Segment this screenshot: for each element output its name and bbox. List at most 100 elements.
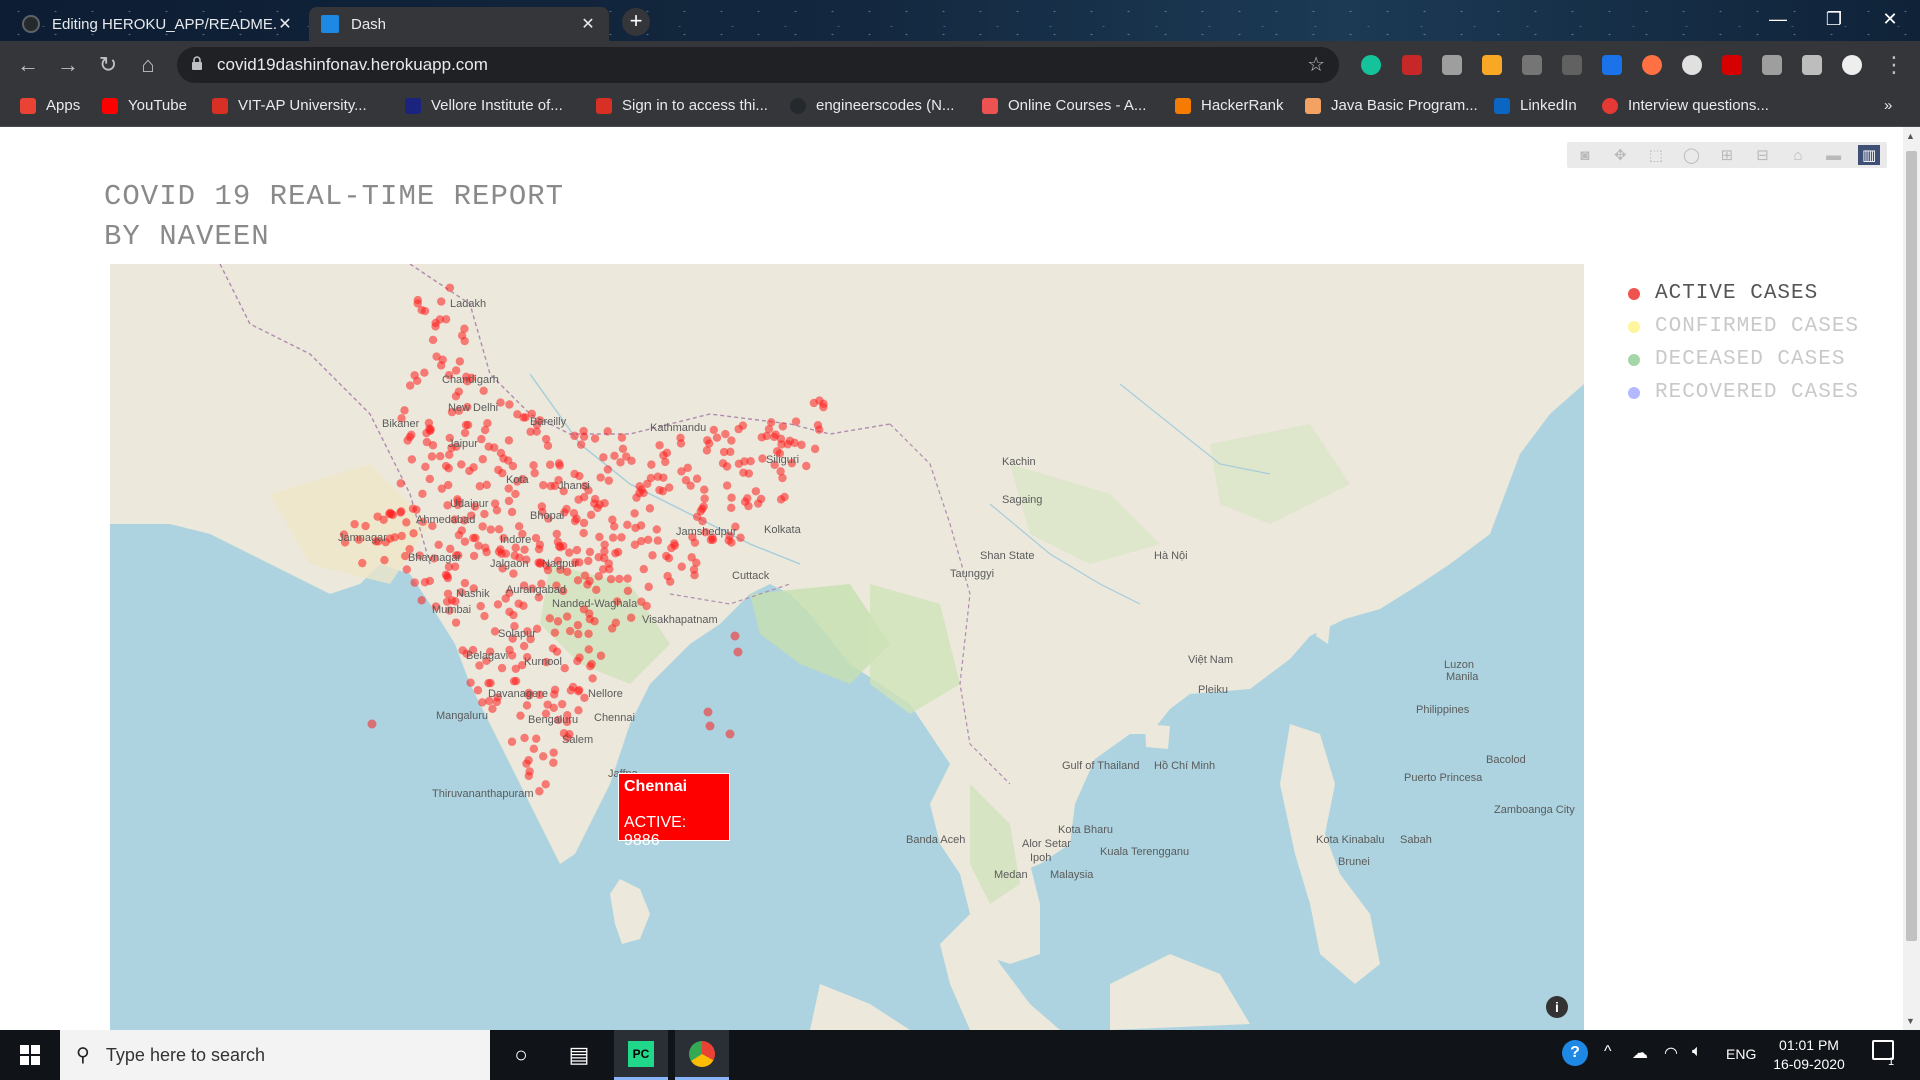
active-case-marker[interactable] [531,533,541,543]
active-case-marker[interactable] [663,571,672,581]
active-case-marker[interactable] [727,503,736,513]
legend-item-active[interactable]: ACTIVE CASES [1628,277,1859,310]
active-case-marker[interactable] [390,533,400,542]
active-case-marker[interactable] [402,518,411,527]
reload-icon[interactable]: ↻ [94,51,122,79]
active-case-marker[interactable] [618,444,628,453]
active-case-marker[interactable] [478,698,487,707]
active-case-marker[interactable] [616,458,625,467]
bookmark-vellore[interactable]: Vellore Institute of... [405,97,563,114]
active-case-marker[interactable] [703,707,713,717]
active-case-marker[interactable] [687,553,696,562]
active-case-marker[interactable] [570,469,579,479]
active-case-marker[interactable] [519,641,529,651]
legend-item-deceased[interactable]: DECEASED CASES [1628,343,1859,376]
active-case-marker[interactable] [497,549,506,559]
active-case-marker[interactable] [474,541,483,550]
active-case-marker[interactable] [460,537,470,546]
active-case-marker[interactable] [659,473,668,482]
active-case-marker[interactable] [425,426,435,435]
active-case-marker[interactable] [530,468,539,478]
active-case-marker[interactable] [410,578,419,587]
active-case-marker[interactable] [535,787,544,796]
back-icon[interactable]: ← [14,51,42,79]
active-case-marker[interactable] [436,297,446,306]
active-case-marker[interactable] [608,515,617,524]
lasso-icon[interactable]: ◯ [1680,145,1702,165]
active-case-marker[interactable] [514,522,524,531]
active-case-marker[interactable] [646,473,656,483]
plotly-logo-icon[interactable]: ▥ [1858,145,1881,165]
active-case-marker[interactable] [662,448,672,458]
active-case-marker[interactable] [554,542,564,551]
close-tab-icon[interactable]: ✕ [276,14,294,34]
active-case-marker[interactable] [520,733,529,743]
active-case-marker[interactable] [529,461,538,470]
active-case-marker[interactable] [504,456,513,465]
active-case-marker[interactable] [585,576,594,586]
active-case-marker[interactable] [436,361,446,370]
active-case-marker[interactable] [420,578,430,587]
active-case-marker[interactable] [478,522,487,531]
reset-icon[interactable]: ⌂ [1787,145,1809,165]
taskbar-search[interactable]: ⚲ Type here to search [60,1030,490,1080]
active-case-marker[interactable] [810,444,820,454]
active-case-marker[interactable] [480,611,489,621]
start-button[interactable] [0,1030,60,1080]
active-case-marker[interactable] [585,547,595,557]
active-case-marker[interactable] [519,601,528,610]
language-indicator[interactable]: ENG [1726,1046,1756,1062]
bookmark-apps[interactable]: Apps [20,97,80,114]
active-case-marker[interactable] [477,434,486,444]
active-case-marker[interactable] [585,614,594,624]
puzzle-icon[interactable] [1802,55,1822,75]
active-case-marker[interactable] [623,574,632,583]
active-case-marker[interactable] [608,533,618,542]
active-case-marker[interactable] [670,541,680,550]
active-case-marker[interactable] [361,521,370,531]
active-case-marker[interactable] [643,535,653,545]
active-case-marker[interactable] [427,452,437,461]
active-case-marker[interactable] [565,626,575,636]
active-case-marker[interactable] [454,387,464,396]
active-case-marker[interactable] [611,549,620,558]
active-case-marker[interactable] [463,420,473,430]
info-icon[interactable]: i [1546,996,1568,1018]
active-case-marker[interactable] [397,531,406,541]
bookmark-online-courses[interactable]: Online Courses - A... [982,97,1146,114]
active-case-marker[interactable] [425,474,435,484]
active-case-marker[interactable] [594,553,603,562]
active-case-marker[interactable] [493,600,503,609]
bookmark-star-icon[interactable]: ☆ [1307,52,1325,77]
address-bar[interactable]: covid19dashinfonav.herokuapp.com ☆ [177,47,1339,83]
active-case-marker[interactable] [738,421,748,430]
active-case-marker[interactable] [767,418,776,427]
bookmark-engineerscodes[interactable]: engineerscodes (N... [790,97,954,114]
active-case-marker[interactable] [469,463,478,472]
onedrive-icon[interactable]: ☁ [1632,1043,1648,1063]
chevron-up-icon[interactable]: ^ [1604,1043,1612,1061]
active-case-marker[interactable] [550,685,560,695]
active-case-marker[interactable] [457,460,466,469]
active-case-marker[interactable] [719,447,729,457]
active-case-marker[interactable] [418,489,427,499]
active-case-marker[interactable] [484,442,493,451]
active-case-marker[interactable] [396,508,405,517]
active-case-marker[interactable] [350,519,359,529]
active-case-marker[interactable] [600,540,609,549]
avatar[interactable] [1842,55,1862,75]
active-case-marker[interactable] [428,335,438,345]
zoom-in-icon[interactable]: ⊞ [1716,145,1738,165]
active-case-marker[interactable] [700,494,709,503]
active-case-marker[interactable] [409,529,418,538]
active-case-marker[interactable] [480,509,489,519]
active-case-marker[interactable] [407,455,417,464]
download-icon[interactable] [1522,55,1542,75]
active-case-marker[interactable] [746,456,755,466]
active-case-marker[interactable] [725,729,735,739]
active-case-marker[interactable] [410,371,419,380]
active-case-marker[interactable] [603,427,612,436]
active-case-marker[interactable] [623,520,632,530]
active-case-marker[interactable] [570,431,579,441]
active-case-marker[interactable] [507,651,517,660]
